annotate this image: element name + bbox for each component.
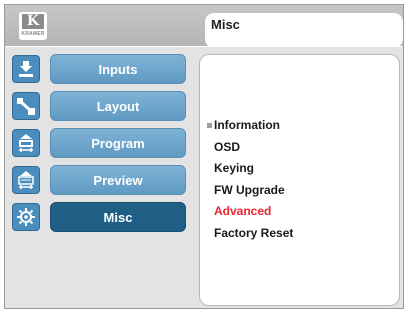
submenu-list: Information OSD Keying FW Upgrade Advanc… [207,118,293,248]
submenu-item-information[interactable]: Information [207,118,293,140]
sidebar-item-misc[interactable]: Misc [5,200,194,234]
submenu-item-label: FW Upgrade [214,182,285,197]
submenu-item-label: Keying [214,161,255,175]
header-bar: K KRAMER Misc [5,5,403,48]
submenu-item-keying[interactable]: Keying [214,161,293,183]
sidebar-item-program[interactable]: Program [5,126,194,160]
sidebar: Inputs Layout Program Preview Misc [5,47,194,308]
page-title: Misc [211,17,240,32]
layout-icon[interactable] [12,92,40,120]
program-icon[interactable] [12,129,40,157]
submenu-item-advanced[interactable]: Advanced [214,204,293,226]
submenu-item-osd[interactable]: OSD [214,140,293,162]
submenu-item-label: Information [214,118,280,132]
submenu-item-factory-reset[interactable]: Factory Reset [214,226,293,248]
misc-icon[interactable] [12,203,40,231]
inputs-icon[interactable] [12,55,40,83]
selection-bullet-icon [207,123,212,129]
submenu-box: Information OSD Keying FW Upgrade Advanc… [199,54,400,306]
inputs-button[interactable]: Inputs [50,54,186,84]
submenu-item-fw-upgrade[interactable]: FW Upgrade [214,183,293,205]
preview-icon[interactable] [12,166,40,194]
sidebar-item-preview[interactable]: Preview [5,163,194,197]
preview-button[interactable]: Preview [50,165,186,195]
logo-wordmark: KRAMER [21,31,45,37]
submenu-item-label: OSD [214,139,241,154]
misc-button[interactable]: Misc [50,202,186,232]
page-title-box: Misc [205,13,403,48]
logo-mark: K [22,14,44,29]
sidebar-item-layout[interactable]: Layout [5,89,194,123]
layout-button[interactable]: Layout [50,91,186,121]
kramer-logo: K KRAMER [19,12,47,40]
submenu-item-label: Factory Reset [214,225,294,240]
program-button[interactable]: Program [50,128,186,158]
submenu-item-label: Advanced [214,204,272,218]
sidebar-item-inputs[interactable]: Inputs [5,52,194,86]
